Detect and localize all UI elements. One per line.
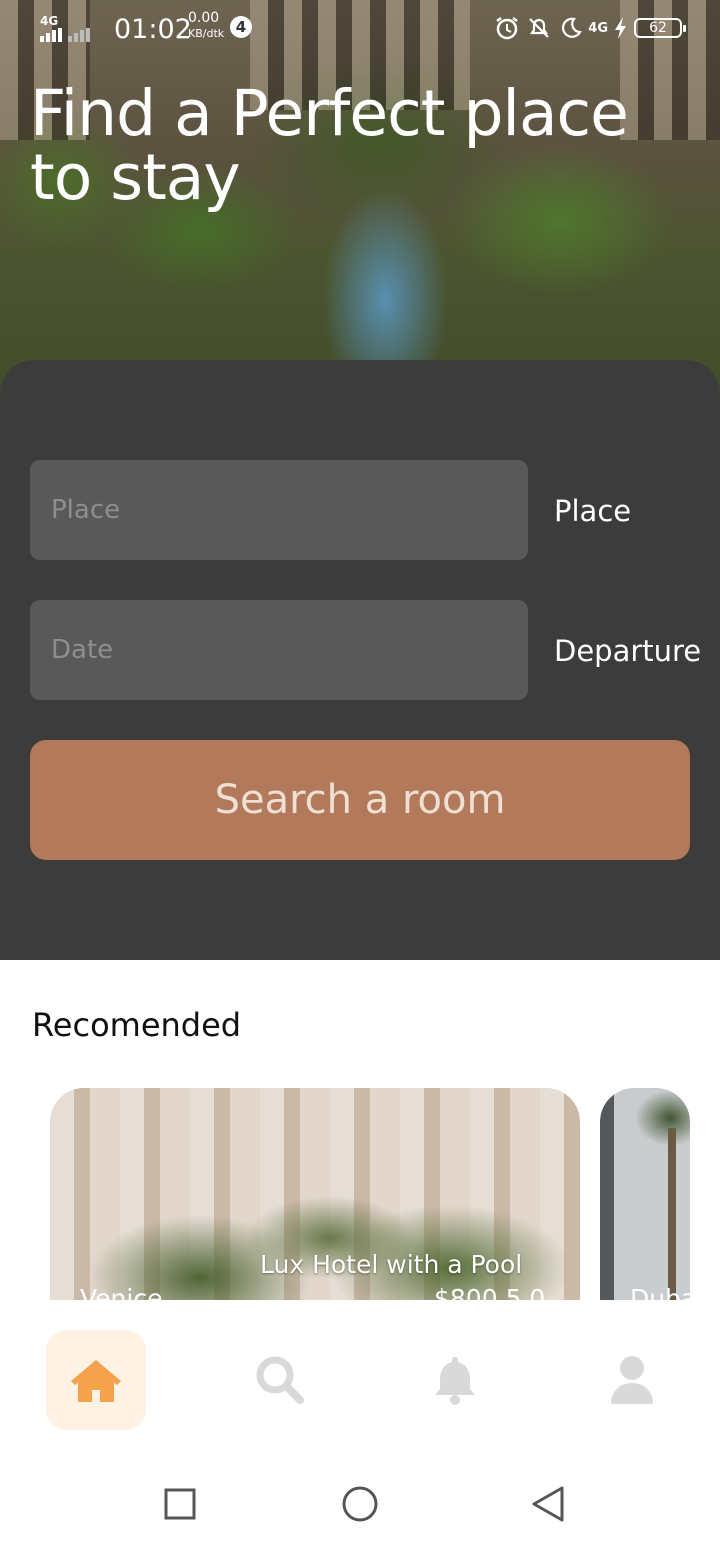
nav-notifications[interactable] bbox=[405, 1330, 505, 1430]
page-title: Find a Perfect place to stay bbox=[30, 77, 629, 214]
network-speed: 0.00 KB/dtk bbox=[188, 11, 224, 41]
search-room-button[interactable]: Search a room bbox=[30, 740, 690, 860]
charging-icon bbox=[615, 17, 626, 39]
hotel-name: Lux Hotel with a Pool bbox=[260, 1250, 523, 1279]
moon-icon bbox=[562, 17, 583, 38]
hotel-city: Venice bbox=[80, 1284, 163, 1300]
nav-search[interactable] bbox=[230, 1330, 330, 1430]
search-icon bbox=[256, 1356, 304, 1404]
notification-count-badge: 4 bbox=[230, 16, 252, 38]
nav-home[interactable] bbox=[46, 1330, 146, 1430]
mute-bell-icon bbox=[529, 18, 550, 38]
nav-profile[interactable] bbox=[582, 1330, 682, 1430]
place-input[interactable] bbox=[30, 460, 528, 560]
system-navigation-bar bbox=[0, 1460, 720, 1544]
network-type: 4G bbox=[40, 14, 59, 28]
bottom-navigation bbox=[0, 1300, 720, 1460]
user-icon bbox=[611, 1356, 653, 1404]
speed-value: 0.00 bbox=[188, 10, 220, 26]
hero-image: 4G 01:02 0.00 KB/dtk 4 4G 62 Find a Perf… bbox=[0, 0, 720, 420]
recent-apps-icon[interactable] bbox=[160, 1484, 200, 1524]
recommended-title: Recomended bbox=[32, 1006, 242, 1044]
hotel-card[interactable]: Lux Hotel with a Pool Venice $800 5.0 bbox=[50, 1088, 580, 1300]
search-panel: Place Departure Search a room bbox=[0, 360, 720, 960]
signal-icon bbox=[40, 28, 90, 42]
palm-tree-image bbox=[668, 1128, 676, 1300]
departure-label: Departure bbox=[554, 634, 702, 668]
hotel-card[interactable]: Dubai bbox=[600, 1088, 690, 1300]
hotel-city: Dubai bbox=[630, 1284, 690, 1300]
alarm-icon bbox=[496, 17, 519, 40]
home-circle-icon[interactable] bbox=[340, 1484, 380, 1524]
status-bar: 4G 01:02 0.00 KB/dtk 4 4G 62 bbox=[0, 8, 720, 52]
hotel-price-rating: $800 5.0 bbox=[434, 1284, 546, 1300]
place-label: Place bbox=[554, 494, 632, 528]
status-icons-right: 4G 62 bbox=[494, 14, 686, 42]
speed-unit: KB/dtk bbox=[188, 27, 225, 40]
status-time: 01:02 bbox=[114, 14, 192, 45]
date-input[interactable] bbox=[30, 600, 528, 700]
battery-level: 62 bbox=[634, 18, 686, 38]
home-icon bbox=[71, 1360, 121, 1402]
back-icon[interactable] bbox=[528, 1484, 568, 1524]
bell-icon bbox=[435, 1357, 475, 1405]
network-type-right: 4G bbox=[588, 20, 608, 36]
